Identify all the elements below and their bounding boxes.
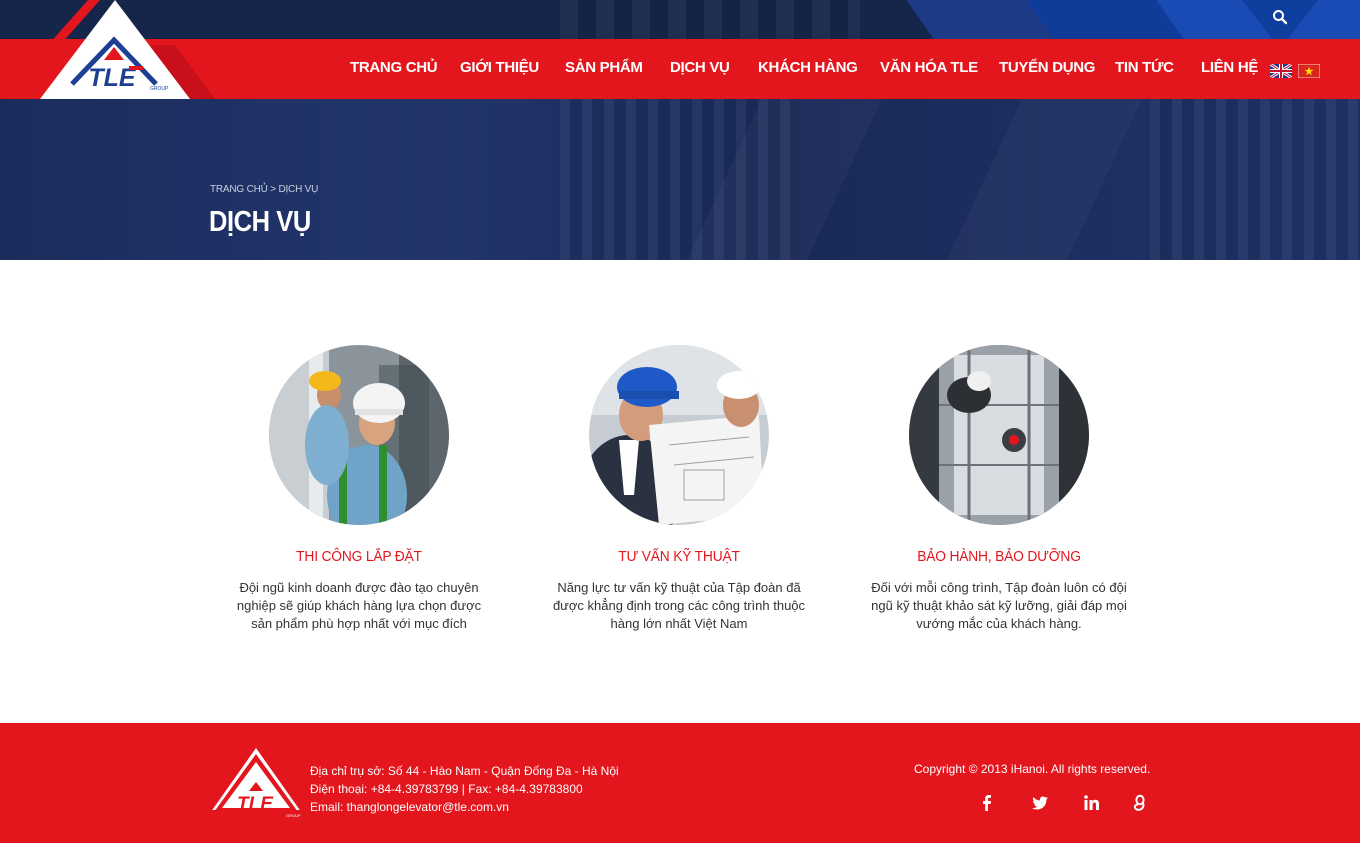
site-logo[interactable]: TLE GROUP bbox=[0, 0, 215, 99]
twitter-icon[interactable] bbox=[1030, 793, 1050, 813]
copyright-text: Copyright © 2013 iHanoi. All rights rese… bbox=[914, 762, 1151, 776]
breadcrumb-home[interactable]: TRANG CHỦ bbox=[210, 184, 268, 195]
service-desc-installation: Đội ngũ kinh doanh được đào tạo chuyên n… bbox=[236, 580, 482, 631]
page-title: DỊCH VỤ bbox=[209, 206, 311, 238]
service-card-maintenance: BẢO HÀNH, BẢO DƯỠNG Đối với mỗi công trì… bbox=[839, 345, 1159, 633]
service-title-maintenance[interactable]: BẢO HÀNH, BẢO DƯỠNG bbox=[852, 548, 1146, 565]
vietnam-flag-icon[interactable] bbox=[1297, 63, 1321, 79]
nav-item-home[interactable]: TRANG CHỦ bbox=[350, 59, 438, 76]
service-title-installation[interactable]: THI CÔNG LẮP ĐẶT bbox=[212, 548, 506, 565]
footer-email[interactable]: Email: thanglongelevator@tle.com.vn bbox=[310, 798, 619, 816]
nav-item-customers[interactable]: KHÁCH HÀNG bbox=[758, 59, 858, 76]
service-photo-installation[interactable] bbox=[269, 345, 449, 525]
footer-logo[interactable]: TLE GROUP bbox=[208, 748, 304, 818]
nav-item-culture[interactable]: VĂN HÓA TLE bbox=[880, 59, 978, 76]
nav-item-about[interactable]: GIỚI THIỆU bbox=[460, 59, 539, 76]
nav-item-products[interactable]: SẢN PHẨM bbox=[565, 59, 643, 76]
nav-item-news[interactable]: TIN TỨC bbox=[1115, 59, 1174, 76]
facebook-icon[interactable] bbox=[977, 793, 997, 813]
breadcrumb: TRANG CHỦ > DỊCH VỤ bbox=[210, 184, 318, 195]
service-card-consulting: TƯ VẤN KỸ THUẬT Năng lực tư vấn kỹ thuật… bbox=[519, 345, 839, 633]
breadcrumb-current[interactable]: DỊCH VỤ bbox=[278, 184, 318, 195]
service-photo-maintenance[interactable] bbox=[909, 345, 1089, 525]
footer-address: Địa chỉ trụ sở: Số 44 - Hào Nam - Quận Đ… bbox=[310, 764, 619, 778]
footer-phone: Điện thoại: +84-4.39783799 | Fax: +84-4.… bbox=[310, 782, 583, 796]
nav-item-services[interactable]: DỊCH VỤ bbox=[670, 59, 730, 76]
footer-logo-sub: GROUP bbox=[286, 813, 301, 818]
nav-item-contact[interactable]: LIÊN HỆ bbox=[1201, 59, 1258, 76]
search-icon[interactable] bbox=[1272, 9, 1288, 25]
service-card-installation: THI CÔNG LẮP ĐẶT Đội ngũ kinh doanh được… bbox=[199, 345, 519, 633]
footer-contact-info: Địa chỉ trụ sở: Số 44 - Hào Nam - Quận Đ… bbox=[310, 762, 619, 816]
google-plus-icon[interactable] bbox=[1130, 793, 1150, 813]
service-title-consulting[interactable]: TƯ VẤN KỸ THUẬT bbox=[532, 548, 826, 565]
service-desc-consulting: Năng lực tư vấn kỹ thuật của Tập đoàn đã… bbox=[552, 580, 806, 631]
uk-flag-icon[interactable] bbox=[1269, 62, 1293, 80]
service-desc-maintenance: Đối với mỗi công trình, Tập đoàn luôn có… bbox=[871, 580, 1127, 631]
service-photo-consulting[interactable] bbox=[589, 345, 769, 525]
breadcrumb-separator: > bbox=[267, 184, 279, 195]
linkedin-icon[interactable] bbox=[1082, 793, 1102, 813]
site-footer: TLE GROUP Địa chỉ trụ sở: Số 44 - Hào Na… bbox=[0, 723, 1360, 843]
nav-item-careers[interactable]: TUYỂN DỤNG bbox=[999, 59, 1095, 76]
page-banner: TRANG CHỦ > DỊCH VỤ DỊCH VỤ bbox=[0, 99, 1360, 260]
logo-sub: GROUP bbox=[150, 86, 169, 92]
